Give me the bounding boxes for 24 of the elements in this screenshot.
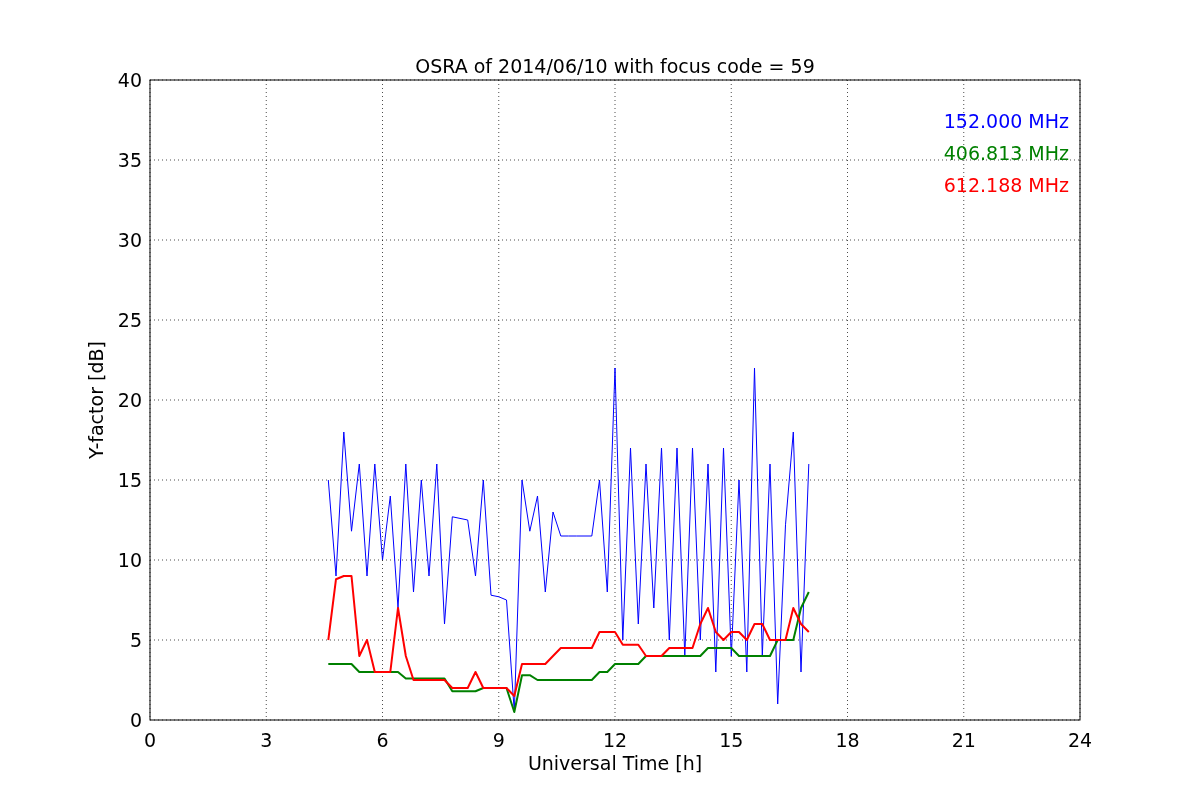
x-tick-label: 6 xyxy=(376,729,389,751)
x-tick-label: 18 xyxy=(835,729,860,751)
y-tick-label: 15 xyxy=(117,469,142,491)
x-axis-label: Universal Time [h] xyxy=(527,752,703,774)
x-tick-label: 3 xyxy=(260,729,273,751)
y-tick-label: 35 xyxy=(117,149,142,171)
y-tick-label: 5 xyxy=(129,629,142,651)
y-tick-label: 10 xyxy=(117,549,142,571)
x-tick-label: 9 xyxy=(492,729,505,751)
y-tick-label: 20 xyxy=(117,389,142,411)
x-tick-label: 12 xyxy=(602,729,628,751)
x-tick-label: 15 xyxy=(719,729,744,751)
y-tick-label: 25 xyxy=(117,309,142,331)
y-tick-label: 30 xyxy=(117,229,142,251)
y-axis-label: Y-factor [dB] xyxy=(85,341,107,459)
y-tick-label: 40 xyxy=(117,69,142,91)
chart-title: OSRA of 2014/06/10 with focus code = 59 xyxy=(415,55,815,77)
x-tick-label: 21 xyxy=(951,729,976,751)
y-tick-label: 0 xyxy=(129,709,142,731)
legend-label: 152.000 MHz xyxy=(943,110,1069,132)
legend-label: 612.188 MHz xyxy=(943,174,1069,196)
legend-label: 406.813 MHz xyxy=(943,142,1069,164)
x-tick-label: 24 xyxy=(1067,729,1093,751)
x-tick-label: 0 xyxy=(143,729,157,751)
